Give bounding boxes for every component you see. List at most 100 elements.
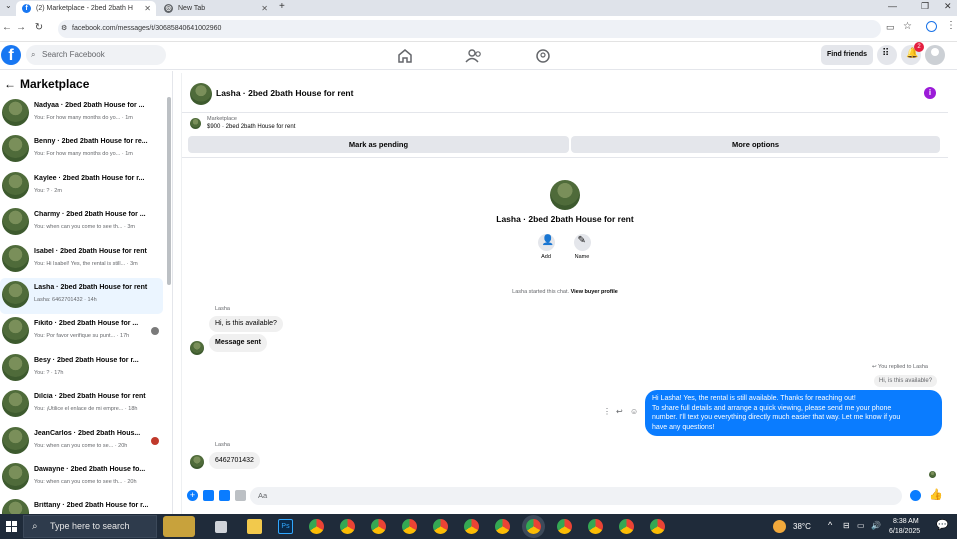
quoted-message[interactable]: Hi, is this available? [874,375,938,387]
tab-new-tab[interactable]: ◎ New Tab ✕ [158,1,273,16]
tab-search-icon[interactable]: ⌄ [5,1,12,10]
forward-icon[interactable]: → [14,22,28,33]
power-icon[interactable]: ▭ [857,521,865,530]
back-icon[interactable]: ← [0,22,14,33]
windows-start-icon[interactable] [6,521,17,532]
facebook-logo-icon[interactable]: f [1,45,21,65]
menu-grid-button[interactable]: ⠿ [877,45,897,65]
news-widget-icon[interactable] [163,516,195,537]
chrome-icon[interactable] [340,519,355,534]
message-input[interactable]: Aa [250,487,902,505]
chrome-icon[interactable] [433,519,448,534]
profile-avatar[interactable] [550,180,580,210]
close-window-icon[interactable]: ✕ [944,1,952,12]
conversation-item[interactable]: JeanCarlos · 2bed 2bath Hous... You: when… [0,424,163,460]
listing-thumbnail[interactable] [190,118,201,129]
weather-temp[interactable]: 38°C [793,522,811,531]
sidebar-scrollbar[interactable] [167,97,171,285]
conversation-item[interactable]: Lasha · 2bed 2bath House for rent Lasha: … [0,278,163,314]
photoshop-icon[interactable]: Ps [278,519,293,534]
close-tab-icon[interactable]: ✕ [261,1,268,16]
friends-icon[interactable] [463,46,485,66]
chrome-icon[interactable] [402,519,417,534]
new-tab-icon[interactable]: + [279,1,285,12]
mark-as-pending-button[interactable]: Mark as pending [188,136,569,153]
thumbs-up-icon[interactable]: 👍 [929,488,943,501]
gif-icon[interactable] [235,490,246,501]
message-line: Hi Lasha! Yes, the rental is still avail… [652,395,856,402]
show-hidden-icons[interactable]: ^ [828,520,832,530]
chrome-icon[interactable] [557,519,572,534]
back-arrow-icon[interactable]: ← [4,77,16,91]
sender-avatar[interactable] [190,341,204,355]
notifications-button[interactable]: 🔔 2 [901,42,924,65]
chrome-icon[interactable] [619,519,634,534]
conversation-item[interactable]: Besy · 2bed 2bath House for r... You: ? ·… [0,351,163,387]
conversation-item[interactable]: Dawayne · 2bed 2bath House fo... You: whe… [0,460,163,496]
menu-kebab-icon[interactable]: ⋮ [946,20,956,31]
home-icon[interactable] [394,46,416,66]
weather-icon[interactable] [773,520,786,533]
minimize-icon[interactable]: — [888,1,897,11]
close-tab-icon[interactable]: ✕ [144,1,151,16]
listing-price[interactable]: $900 · 2bed 2bath House for rent [207,124,295,130]
emoji-icon[interactable] [910,490,921,501]
reload-icon[interactable]: ↻ [32,22,46,33]
conversation-item[interactable]: Kaylee · 2bed 2bath House for r... You: ?… [0,169,163,205]
conversation-item[interactable]: Brittany · 2bed 2bath House for r... [0,496,163,514]
incoming-message[interactable]: Message sent [209,334,267,352]
file-explorer-icon[interactable] [247,519,262,534]
maximize-icon[interactable]: ❐ [921,1,929,12]
name-action[interactable]: ✎ Name [567,234,597,260]
photo-icon[interactable] [203,490,214,501]
chrome-icon[interactable] [495,519,510,534]
conversation-item[interactable]: Nadyaa · 2bed 2bath House for ... You: Fo… [0,96,163,132]
groups-icon[interactable] [532,46,554,66]
network-icon[interactable]: ⊟ [843,521,850,530]
chrome-icon[interactable] [650,519,665,534]
conversation-avatar [2,426,29,454]
find-friends-button[interactable]: Find friends [821,45,873,65]
chrome-icon[interactable] [464,519,479,534]
add-action[interactable]: 👤 Add [531,234,561,260]
incoming-message[interactable]: Hi, is this available? [209,316,283,332]
tab-marketplace[interactable]: f (2) Marketplace - 2bed 2bath H ✕ [16,1,156,16]
chrome-icon-active[interactable] [526,519,541,534]
info-icon[interactable]: i [924,87,936,99]
cast-icon[interactable]: ▭ [886,22,895,33]
conversation-item[interactable]: Fikito · 2bed 2bath House for ... You: Po… [0,314,163,350]
notification-center-icon[interactable]: 💬 [936,520,948,531]
clock-date[interactable]: 6/18/2025 [889,528,920,535]
taskbar-search-input[interactable]: ⌕ Type here to search [23,515,157,538]
profile-icon[interactable] [926,21,937,32]
conversation-item[interactable]: Dilcia · 2bed 2bath House for rent You: ¡… [0,387,163,423]
more-options-button[interactable]: More options [571,136,940,153]
sticker-icon[interactable] [219,490,230,501]
sender-avatar[interactable] [190,455,204,469]
conversation-item[interactable]: Charmy · 2bed 2bath House for ... You: wh… [0,205,163,241]
volume-icon[interactable]: 🔊 [871,521,881,530]
react-icon[interactable]: ☺ [630,407,638,416]
conversation-item[interactable]: Isabel · 2bed 2bath House for rent You: H… [0,242,163,278]
account-avatar[interactable] [925,45,945,65]
facebook-search-input[interactable]: ⌕ Search Facebook [26,45,166,65]
chat-avatar[interactable] [190,83,212,105]
plus-icon[interactable]: + [187,490,198,501]
incoming-message[interactable]: 6462701432 [209,452,260,469]
more-actions-icon[interactable]: ⋮ [603,407,611,416]
conversation-name: Brittany · 2bed 2bath House for r... [34,502,149,510]
bookmark-star-icon[interactable]: ☆ [903,21,912,32]
view-buyer-profile-link[interactable]: View buyer profile [571,289,618,295]
site-info-icon[interactable]: ⚙ [61,20,67,38]
clock-time[interactable]: 8:38 AM [893,518,919,525]
conversation-item[interactable]: Benny · 2bed 2bath House for re... You: F… [0,132,163,168]
url-field[interactable]: ⚙ facebook.com/messages/t/30685840641002… [58,20,881,38]
chrome-icon[interactable] [371,519,386,534]
chrome-icon[interactable] [309,519,324,534]
outgoing-message[interactable]: Hi Lasha! Yes, the rental is still avail… [645,390,942,436]
seen-avatar [929,471,936,478]
chat-title[interactable]: Lasha · 2bed 2bath House for rent [216,88,353,98]
task-view-icon[interactable] [215,521,227,533]
chrome-icon[interactable] [588,519,603,534]
reply-icon[interactable]: ↩ [616,407,623,416]
